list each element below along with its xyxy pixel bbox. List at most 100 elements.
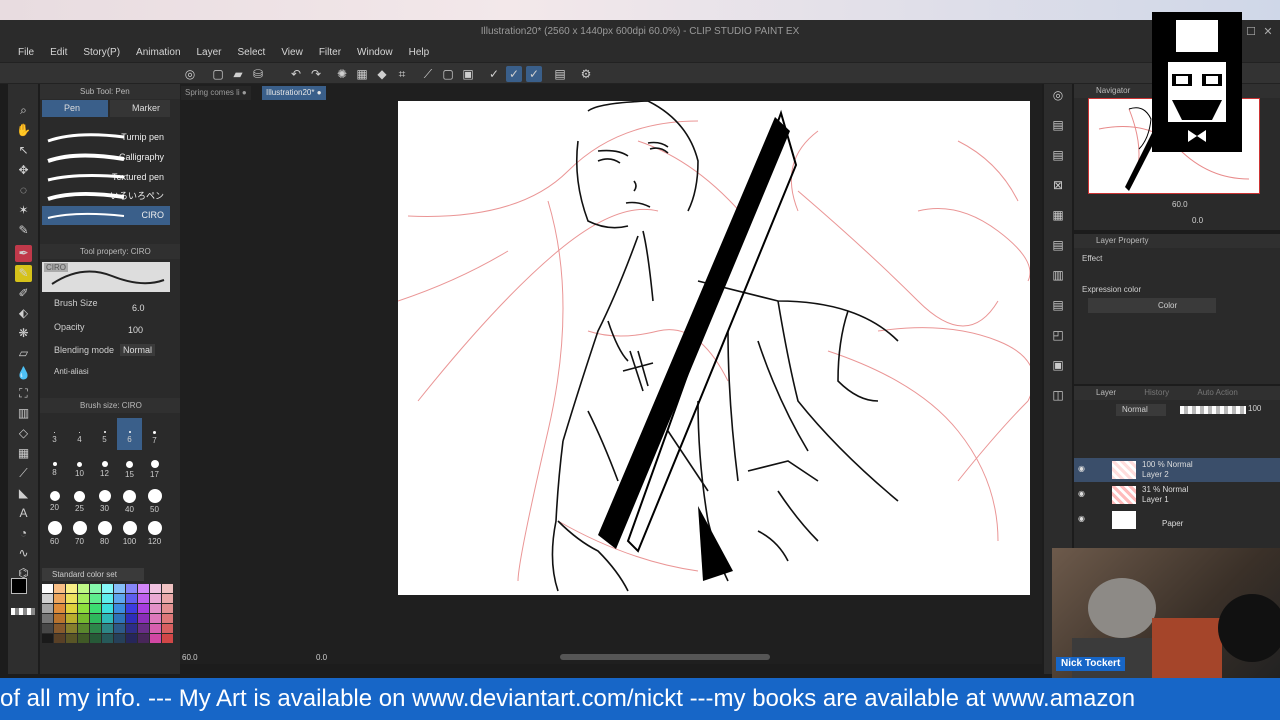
- brush-size-option[interactable]: 3: [42, 418, 67, 450]
- color-swatch[interactable]: [114, 604, 125, 613]
- color-swatch[interactable]: [42, 584, 53, 593]
- color-swatch[interactable]: [102, 624, 113, 633]
- color-swatch[interactable]: [138, 624, 149, 633]
- select-all-icon[interactable]: ⟋: [420, 66, 436, 82]
- color-swatch[interactable]: [162, 584, 173, 593]
- brush-size-option[interactable]: 100: [117, 514, 142, 546]
- color-swatch[interactable]: [90, 634, 101, 643]
- hand-icon[interactable]: ✋: [15, 122, 32, 139]
- color-swatch[interactable]: [126, 604, 137, 613]
- doc-tab-illustration20[interactable]: Illustration20* ●: [262, 86, 326, 100]
- decoration-icon[interactable]: ❋: [15, 325, 32, 342]
- pen-icon[interactable]: ✒: [15, 245, 32, 262]
- close-icon[interactable]: ✕: [1260, 20, 1276, 44]
- color-swatch[interactable]: [102, 594, 113, 603]
- color-swatch[interactable]: [66, 594, 77, 603]
- opacity-value[interactable]: 100: [128, 325, 143, 335]
- material-icon-4[interactable]: ▤: [1049, 296, 1067, 314]
- figure-icon[interactable]: ◇: [15, 425, 32, 442]
- color-swatch[interactable]: [114, 594, 125, 603]
- redo-icon[interactable]: ↷: [308, 66, 324, 82]
- tab-layer[interactable]: Layer: [1096, 388, 1116, 397]
- brush-size-option[interactable]: 4: [67, 418, 92, 450]
- layer-row-layer1[interactable]: ◉ 31 % Normal Layer 1: [1074, 483, 1280, 507]
- correct-line-icon[interactable]: ∿: [15, 545, 32, 562]
- gradient-icon[interactable]: ▥: [15, 405, 32, 422]
- color-swatch[interactable]: [54, 614, 65, 623]
- menu-window[interactable]: Window: [349, 44, 401, 62]
- brush-calligraphy[interactable]: Calligraphy: [42, 148, 170, 167]
- eraser-icon[interactable]: ▱: [15, 345, 32, 362]
- color-swatch[interactable]: [78, 624, 89, 633]
- material-icon-3[interactable]: ▤: [1049, 236, 1067, 254]
- frame-icon[interactable]: ▦: [15, 445, 32, 462]
- visibility-eye-icon[interactable]: ◉: [1078, 514, 1085, 523]
- text-tool-icon[interactable]: A: [15, 505, 32, 522]
- color-swatch[interactable]: [54, 584, 65, 593]
- material-icon-2[interactable]: ▤: [1049, 146, 1067, 164]
- new-file-icon[interactable]: ▢: [210, 66, 226, 82]
- snap-grid-icon[interactable]: ✓: [526, 66, 542, 82]
- brush-iroiro-pen[interactable]: いろいろペン: [42, 187, 170, 206]
- color-set-select[interactable]: Standard color set: [42, 568, 144, 581]
- zoom-value[interactable]: 60.0: [182, 653, 198, 662]
- color-swatch[interactable]: [162, 594, 173, 603]
- crop-icon[interactable]: ⌗: [394, 66, 410, 82]
- color-swatch[interactable]: [126, 624, 137, 633]
- color-swatch[interactable]: [126, 584, 137, 593]
- menu-view[interactable]: View: [273, 44, 311, 62]
- color-swatch[interactable]: [102, 614, 113, 623]
- navigator-angle[interactable]: 0.0: [1192, 216, 1203, 225]
- layer-blend-select[interactable]: Normal: [1116, 404, 1166, 416]
- clip-studio-icon[interactable]: ◎: [182, 66, 198, 82]
- layer-row-layer2[interactable]: ◉ 100 % Normal Layer 2: [1074, 458, 1280, 482]
- color-swatch[interactable]: [114, 634, 125, 643]
- color-swatch[interactable]: [90, 624, 101, 633]
- menu-select[interactable]: Select: [230, 44, 274, 62]
- color-swatch[interactable]: [42, 634, 53, 643]
- visibility-eye-icon[interactable]: ◉: [1078, 489, 1085, 498]
- brush-size-option[interactable]: 60: [42, 514, 67, 546]
- brush-size-option[interactable]: 12: [92, 450, 117, 482]
- color-swatch[interactable]: [150, 584, 161, 593]
- lasso-icon[interactable]: ◌: [15, 182, 32, 199]
- brush-textured-pen[interactable]: Textured pen: [42, 168, 170, 187]
- color-swatch[interactable]: [42, 604, 53, 613]
- color-swatch[interactable]: [102, 604, 113, 613]
- snap-ruler-icon[interactable]: ✓: [506, 66, 522, 82]
- fill-tool-icon[interactable]: ⛶: [15, 385, 32, 402]
- clear-icon[interactable]: ✺: [334, 66, 350, 82]
- color-swatch[interactable]: [78, 584, 89, 593]
- color-swatch[interactable]: [42, 624, 53, 633]
- layer-opacity-slider[interactable]: [1180, 406, 1246, 414]
- menu-file[interactable]: File: [10, 44, 42, 62]
- brush-size-option[interactable]: 40: [117, 482, 142, 514]
- color-swatch[interactable]: [138, 614, 149, 623]
- color-swatch[interactable]: [90, 614, 101, 623]
- tab-history[interactable]: History: [1144, 388, 1169, 397]
- invert-selection-icon[interactable]: ▣: [460, 66, 476, 82]
- color-swatch[interactable]: [126, 634, 137, 643]
- settings-icon[interactable]: ⚙: [578, 66, 594, 82]
- color-swatch[interactable]: [150, 604, 161, 613]
- pencil-icon[interactable]: ✎: [15, 265, 32, 282]
- open-folder-icon[interactable]: ▰: [230, 66, 246, 82]
- color-swatch[interactable]: [90, 584, 101, 593]
- brush-ciro[interactable]: CIRO: [42, 206, 170, 225]
- brush-size-option[interactable]: 5: [92, 418, 117, 450]
- color-swatch[interactable]: [162, 624, 173, 633]
- color-swatch[interactable]: [150, 624, 161, 633]
- color-swatch[interactable]: [78, 634, 89, 643]
- tab-auto-action[interactable]: Auto Action: [1197, 388, 1237, 397]
- color-swatch[interactable]: [138, 604, 149, 613]
- brush-size-option[interactable]: 30: [92, 482, 117, 514]
- menu-help[interactable]: Help: [401, 44, 438, 62]
- color-swatch[interactable]: [66, 624, 77, 633]
- color-swatch[interactable]: [162, 614, 173, 623]
- menu-story[interactable]: Story(P): [75, 44, 128, 62]
- color-swatch[interactable]: [114, 624, 125, 633]
- color-swatch[interactable]: [102, 584, 113, 593]
- color-swatch[interactable]: [150, 594, 161, 603]
- color-swatch[interactable]: [54, 594, 65, 603]
- layer-search-icon[interactable]: ▦: [1049, 206, 1067, 224]
